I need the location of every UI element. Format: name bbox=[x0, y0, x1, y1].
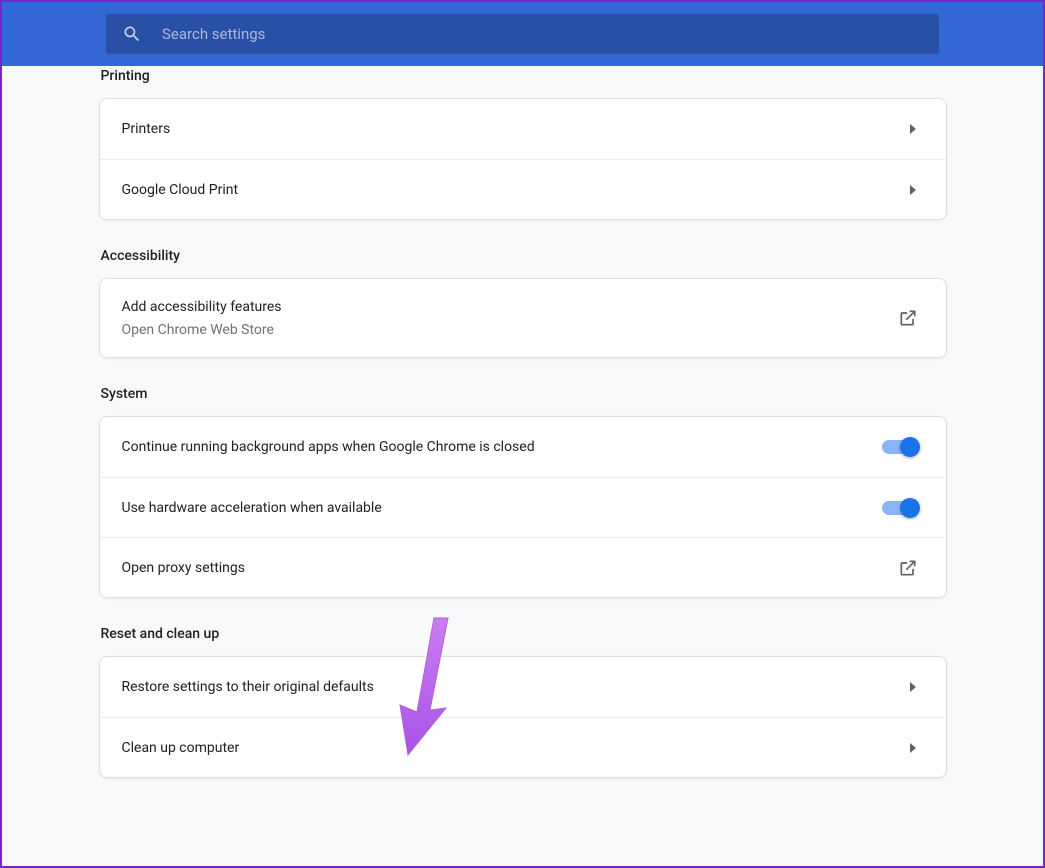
card-system: Continue running background apps when Go… bbox=[99, 416, 947, 598]
section-accessibility: Accessibility Add accessibility features… bbox=[99, 248, 947, 358]
section-printing: Printing Printers Google Cloud Print bbox=[99, 68, 947, 220]
section-title-reset: Reset and clean up bbox=[99, 626, 947, 656]
external-link-icon bbox=[898, 558, 918, 578]
chevron-right-icon bbox=[910, 743, 916, 753]
label-proxy: Open proxy settings bbox=[122, 558, 246, 578]
search-icon bbox=[122, 24, 142, 44]
row-google-cloud-print[interactable]: Google Cloud Print bbox=[100, 159, 946, 219]
section-system: System Continue running background apps … bbox=[99, 386, 947, 598]
search-placeholder: Search settings bbox=[162, 25, 265, 43]
chevron-right-icon bbox=[910, 185, 916, 195]
label-gcp: Google Cloud Print bbox=[122, 180, 239, 200]
chevron-right-icon bbox=[910, 124, 916, 134]
row-hardware-accel: Use hardware acceleration when available bbox=[100, 477, 946, 537]
label-cleanup: Clean up computer bbox=[122, 738, 240, 758]
content: Printing Printers Google Cloud Print Acc… bbox=[2, 66, 1043, 818]
label-hardware-accel: Use hardware acceleration when available bbox=[122, 498, 382, 518]
card-printing: Printers Google Cloud Print bbox=[99, 98, 947, 220]
row-restore-defaults[interactable]: Restore settings to their original defau… bbox=[100, 657, 946, 717]
card-accessibility: Add accessibility features Open Chrome W… bbox=[99, 278, 947, 358]
label-background-apps: Continue running background apps when Go… bbox=[122, 437, 535, 457]
sublabel-add-accessibility: Open Chrome Web Store bbox=[122, 320, 282, 340]
row-printers[interactable]: Printers bbox=[100, 99, 946, 159]
label-add-accessibility: Add accessibility features bbox=[122, 297, 282, 317]
row-background-apps: Continue running background apps when Go… bbox=[100, 417, 946, 477]
search-box[interactable]: Search settings bbox=[106, 14, 939, 54]
section-title-printing: Printing bbox=[99, 68, 947, 98]
section-reset: Reset and clean up Restore settings to t… bbox=[99, 626, 947, 778]
row-proxy-settings[interactable]: Open proxy settings bbox=[100, 537, 946, 597]
card-reset: Restore settings to their original defau… bbox=[99, 656, 947, 778]
row-cleanup-computer[interactable]: Clean up computer bbox=[100, 717, 946, 777]
row-add-accessibility[interactable]: Add accessibility features Open Chrome W… bbox=[100, 279, 946, 357]
chevron-right-icon bbox=[910, 682, 916, 692]
label-restore-defaults: Restore settings to their original defau… bbox=[122, 677, 374, 697]
header-bar: Search settings bbox=[2, 2, 1043, 66]
section-title-accessibility: Accessibility bbox=[99, 248, 947, 278]
external-link-icon bbox=[898, 308, 918, 328]
toggle-hardware-accel[interactable] bbox=[882, 498, 918, 518]
label-printers: Printers bbox=[122, 119, 171, 139]
section-title-system: System bbox=[99, 386, 947, 416]
toggle-background-apps[interactable] bbox=[882, 437, 918, 457]
